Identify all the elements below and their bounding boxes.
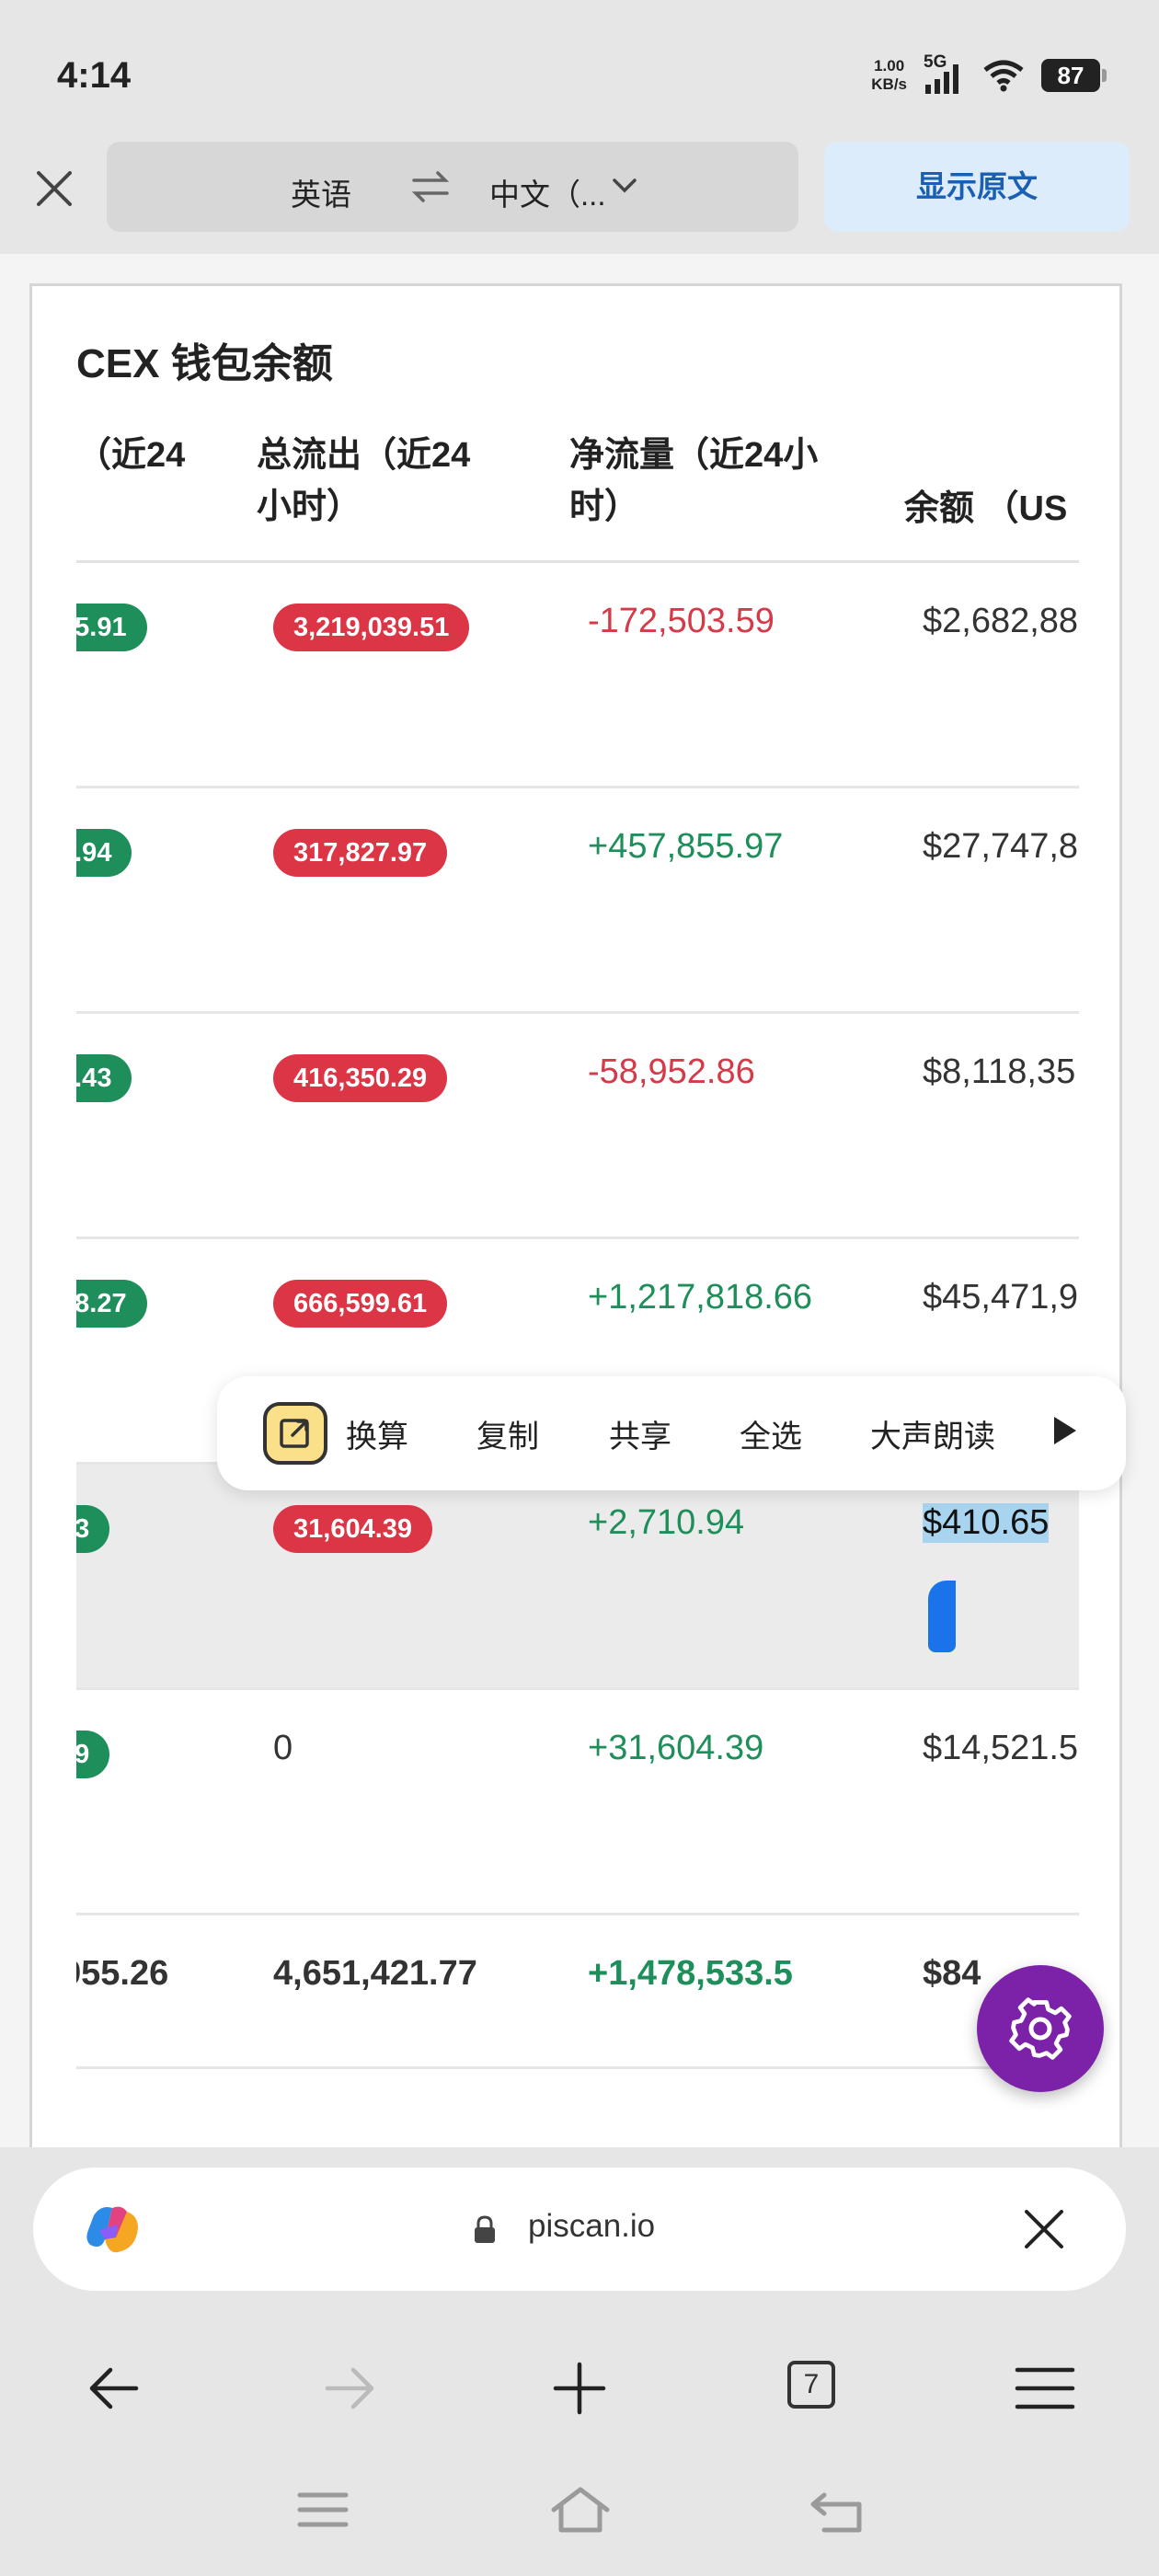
- balance-value: $27,747,8: [923, 827, 1079, 866]
- inflow-badge: 35.91: [76, 604, 147, 651]
- status-time: 4:14: [57, 55, 132, 96]
- total-balance: $84: [923, 1954, 981, 1993]
- net-flow-value: +31,604.39: [588, 1729, 764, 1767]
- network-speed: 1.00 KB/s: [871, 57, 907, 93]
- url-text[interactable]: piscan.io: [528, 2208, 655, 2245]
- gear-icon: [1009, 1997, 1072, 2060]
- recent-apps-icon[interactable]: [291, 2482, 355, 2537]
- inflow-badge: 33: [76, 1505, 110, 1553]
- status-bar: 4:14 1.00 KB/s 5G 87: [0, 0, 1159, 147]
- selected-balance-value[interactable]: $410.65: [923, 1503, 1050, 1543]
- select-all-menu-item[interactable]: 全选: [740, 1411, 802, 1456]
- system-back-icon[interactable]: [806, 2482, 870, 2537]
- home-icon[interactable]: [548, 2482, 613, 2537]
- outflow-value: 0: [273, 1729, 293, 1767]
- close-icon[interactable]: [31, 166, 77, 212]
- net-flow-value: -172,503.59: [588, 602, 775, 640]
- outflow-badge: 317,827.97: [273, 829, 448, 877]
- lock-icon: [475, 2215, 495, 2243]
- translation-bar: 英语 中文（... 显示原文: [0, 129, 1159, 254]
- total-net-flow: +1,478,533.5: [588, 1954, 793, 1993]
- card-title: CEX 钱包余额: [76, 341, 333, 386]
- balance-value: $2,682,88: [923, 602, 1079, 640]
- menu-icon[interactable]: [1008, 2352, 1082, 2425]
- balance-value: $8,118,35: [923, 1052, 1076, 1091]
- balance-table[interactable]: （近24 总流出（近24 小时） 净流量（近24小 时） 余额 （US 35.9…: [76, 424, 1079, 2172]
- header-net-line1: 净流量（近24小: [569, 436, 819, 475]
- header-outflow-line1: 总流出（近24: [257, 436, 471, 475]
- signal-icon: 5G: [924, 53, 966, 94]
- web-page-area: CEX 钱包余额 （近24 总流出（近24 小时） 净流量（近24小 时） 余额…: [0, 254, 1159, 2160]
- tab-count-button[interactable]: 7: [787, 2361, 835, 2409]
- header-balance: 余额 （US: [904, 489, 1068, 528]
- selection-start-handle[interactable]: [928, 1581, 956, 1652]
- chevron-down-icon[interactable]: [611, 175, 638, 197]
- table-row-selected[interactable]: 33 31,604.39 +2,710.94 $410.65: [76, 1465, 1079, 1687]
- row-divider: [76, 2066, 1079, 2069]
- status-indicators: 1.00 KB/s 5G 87: [871, 53, 1107, 94]
- table-total-row: 955.26 4,651,421.77 +1,478,533.5 $84: [76, 1915, 1079, 2066]
- table-row[interactable]: 39 0 +31,604.39 $14,521.5: [76, 1690, 1079, 1913]
- inflow-badge: 7.43: [76, 1054, 132, 1102]
- settings-fab[interactable]: [977, 1965, 1104, 2092]
- battery-indicator: 87: [1041, 59, 1107, 92]
- outflow-badge: 416,350.29: [273, 1054, 448, 1102]
- share-menu-item[interactable]: 共享: [609, 1411, 671, 1456]
- close-icon[interactable]: [1021, 2206, 1067, 2252]
- read-aloud-menu-item[interactable]: 大声朗读: [870, 1411, 995, 1456]
- header-outflow-line2: 小时）: [257, 488, 362, 526]
- more-arrow-icon[interactable]: [1054, 1417, 1076, 1444]
- balance-value: $14,521.5: [923, 1729, 1079, 1767]
- total-outflow: 4,651,421.77: [273, 1954, 477, 1993]
- plus-icon[interactable]: [543, 2352, 616, 2425]
- header-inflow: （近24: [76, 436, 186, 475]
- inflow-badge: 18.27: [76, 1280, 147, 1328]
- show-original-button[interactable]: 显示原文: [824, 142, 1130, 232]
- net-flow-value: +1,217,818.66: [588, 1278, 813, 1317]
- copy-menu-item[interactable]: 复制: [476, 1411, 539, 1456]
- source-language[interactable]: 英语: [291, 170, 351, 214]
- total-inflow: 955.26: [76, 1954, 169, 1993]
- target-language[interactable]: 中文（...: [489, 170, 606, 214]
- outflow-badge: 666,599.61: [273, 1280, 448, 1328]
- convert-menu-item[interactable]: 换算: [346, 1411, 408, 1456]
- swap-icon[interactable]: [410, 169, 451, 204]
- inflow-badge: 3.94: [76, 829, 132, 877]
- net-flow-value: +457,855.97: [588, 827, 784, 866]
- header-net-line2: 时）: [569, 488, 640, 526]
- inflow-badge: 39: [76, 1731, 110, 1778]
- cex-balance-card: CEX 钱包余额 （近24 总流出（近24 小时） 净流量（近24小 时） 余额…: [29, 283, 1122, 2160]
- language-selector[interactable]: 英语 中文（...: [107, 142, 798, 232]
- wifi-icon: [983, 60, 1024, 92]
- forward-arrow-icon[interactable]: [311, 2352, 384, 2425]
- table-row[interactable]: 3.94 317,827.97 +457,855.97 $27,747,8: [76, 788, 1079, 1011]
- address-bar[interactable]: piscan.io: [33, 2168, 1126, 2291]
- table-row[interactable]: 7.43 416,350.29 -58,952.86 $8,118,35: [76, 1014, 1079, 1236]
- back-arrow-icon[interactable]: [79, 2352, 153, 2425]
- open-external-icon[interactable]: [263, 1402, 327, 1465]
- copilot-icon[interactable]: [81, 2197, 147, 2263]
- net-flow-value: -58,952.86: [588, 1052, 755, 1091]
- table-row[interactable]: 35.91 3,219,039.51 -172,503.59 $2,682,88: [76, 563, 1079, 786]
- balance-value: $45,471,9: [923, 1278, 1079, 1317]
- outflow-badge: 31,604.39: [273, 1505, 433, 1553]
- outflow-badge: 3,219,039.51: [273, 604, 470, 651]
- net-flow-value: +2,710.94: [588, 1503, 745, 1542]
- text-selection-toolbar: 换算 复制 共享 全选 大声朗读: [217, 1376, 1126, 1490]
